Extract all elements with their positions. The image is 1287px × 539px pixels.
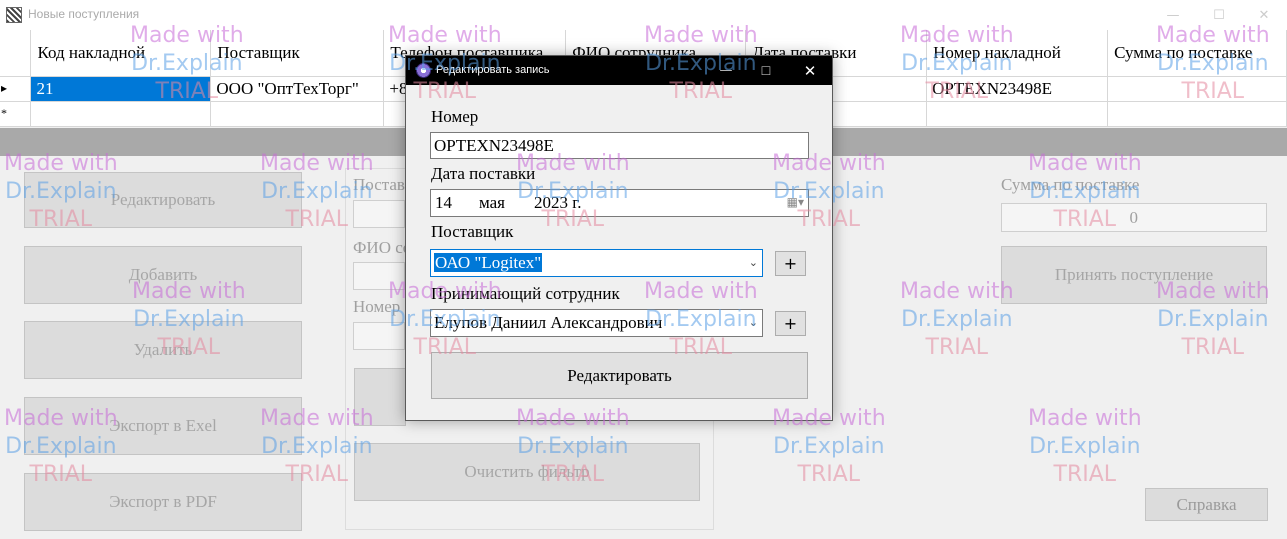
date-year[interactable]: 2023 г.	[534, 190, 582, 215]
employee-label: Принимающий сотрудник	[431, 284, 620, 303]
watermark: Made with Dr.Explain TRIAL	[900, 278, 1014, 362]
main-title-bar: Новые поступления — ☐ ✕	[0, 0, 1287, 30]
sum-label: Сумма по поставке	[1001, 175, 1140, 194]
close-icon[interactable]: ✕	[1241, 0, 1287, 30]
dialog-close-icon[interactable]: ✕	[788, 56, 832, 85]
watermark-line: Made with	[1028, 406, 1142, 431]
minimize-icon[interactable]: —	[1150, 0, 1196, 30]
filter-number-field[interactable]	[353, 322, 405, 350]
chevron-down-icon[interactable]: ⌄	[749, 250, 758, 275]
watermark-line: TRIAL	[1181, 335, 1245, 360]
window-title: Новые поступления	[28, 7, 140, 21]
number-label: Номер	[431, 107, 479, 126]
row-marker[interactable]: *	[0, 101, 32, 127]
dialog-minimize-icon[interactable]: —	[706, 56, 746, 85]
table-cell[interactable]	[926, 101, 1109, 127]
dialog-maximize-icon[interactable]: ☐	[746, 56, 786, 85]
employee-selected-value: Елупов Даниил Александрович	[434, 313, 663, 332]
dialog-edit-button[interactable]: Редактировать	[431, 352, 808, 399]
table-cell[interactable]: ООО "ОптТехТорг"	[210, 76, 385, 102]
table-cell[interactable]	[210, 101, 385, 127]
dialog-title-bar: Редактировать запись — ☐ ✕	[406, 56, 832, 85]
dialog-app-icon	[416, 63, 431, 78]
watermark-line: Dr.Explain	[1029, 434, 1141, 459]
employee-select[interactable]: Елупов Даниил Александрович ⌄	[430, 309, 763, 337]
date-day[interactable]: 14	[435, 190, 452, 215]
column-header[interactable]: Код накладной	[30, 30, 212, 77]
delete-button[interactable]: Удалить	[24, 321, 302, 379]
table-cell[interactable]	[1107, 76, 1287, 102]
chevron-down-icon[interactable]: ⌄	[749, 310, 758, 335]
maximize-icon[interactable]: ☐	[1196, 0, 1242, 30]
number-input[interactable]: OPTEXN23498E	[430, 132, 809, 159]
add-supplier-button[interactable]: +	[775, 251, 806, 276]
sum-field: 0	[1001, 203, 1267, 232]
clear-filter-button[interactable]: Очистить фильтр	[354, 443, 700, 501]
watermark-line: Dr.Explain	[1157, 307, 1269, 332]
accept-receipt-button[interactable]: Принять поступление	[1001, 246, 1267, 304]
watermark-line: Made with	[900, 279, 1014, 304]
watermark-line: TRIAL	[797, 462, 861, 487]
table-cell[interactable]: OPTEXN23498E	[926, 76, 1109, 102]
dialog-title: Редактировать запись	[436, 64, 550, 76]
column-header[interactable]: Поставщик	[210, 30, 385, 77]
table-cell[interactable]	[1107, 101, 1287, 127]
watermark-line: Dr.Explain	[773, 434, 885, 459]
edit-record-dialog: Редактировать запись — ☐ ✕ Номер OPTEXN2…	[405, 55, 833, 421]
watermark-line: TRIAL	[925, 335, 989, 360]
supplier-label: Поставщик	[431, 222, 514, 241]
watermark-line: TRIAL	[1053, 462, 1117, 487]
calendar-icon[interactable]: ▦▾	[787, 190, 804, 215]
supplier-selected-value: ОАО "Logitex"	[434, 253, 543, 272]
watermark: Made with Dr.Explain TRIAL	[1028, 405, 1142, 489]
filter-number-label: Номер	[353, 297, 401, 316]
delivery-date-picker[interactable]: 14 мая 2023 г. ▦▾	[430, 189, 809, 217]
date-month[interactable]: мая	[479, 190, 505, 215]
filter-supplier-field[interactable]	[353, 200, 405, 228]
app-icon	[6, 7, 22, 23]
row-header-corner	[0, 30, 32, 77]
date-label: Дата поставки	[431, 164, 536, 183]
export-excel-button[interactable]: Экспорт в Exel	[24, 397, 302, 455]
edit-button[interactable]: Редактировать	[24, 172, 302, 228]
filter-apply-button[interactable]	[354, 368, 406, 426]
column-header[interactable]: Сумма по поставке	[1107, 30, 1287, 77]
table-cell[interactable]	[30, 101, 212, 127]
filter-employee-field[interactable]	[353, 262, 405, 290]
supplier-select[interactable]: ОАО "Logitex" ⌄	[430, 249, 763, 277]
add-button[interactable]: Добавить	[24, 246, 302, 304]
help-button[interactable]: Справка	[1145, 488, 1268, 521]
row-marker[interactable]: ▸	[0, 76, 32, 102]
watermark-line: Dr.Explain	[901, 307, 1013, 332]
export-pdf-button[interactable]: Экспорт в PDF	[24, 473, 302, 531]
add-employee-button[interactable]: +	[775, 311, 806, 336]
column-header[interactable]: Номер накладной	[926, 30, 1109, 77]
table-cell[interactable]: 21	[30, 76, 212, 102]
